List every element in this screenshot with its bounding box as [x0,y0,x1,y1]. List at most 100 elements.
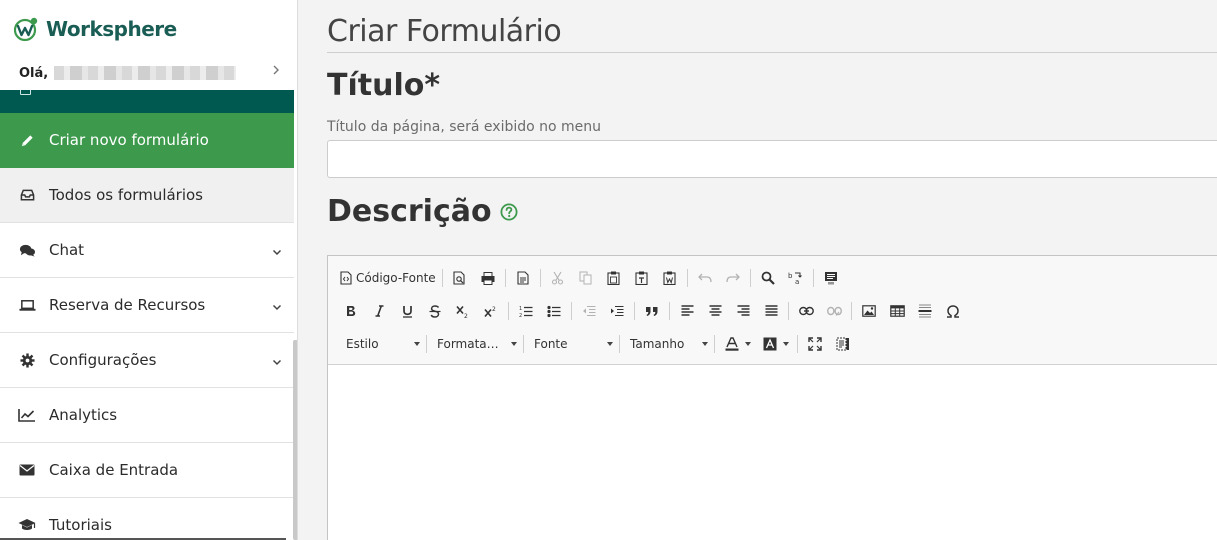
strikethrough-icon [429,304,441,318]
sidebar-item-configuracoes[interactable]: Configurações [0,333,294,388]
pencil-icon [18,131,36,149]
toolbar-row-3: Estilo Formata… Fonte Tamanho [340,332,860,356]
align-right-button[interactable] [732,300,754,322]
unlink-button[interactable] [823,300,845,322]
undo-button[interactable] [694,267,716,289]
show-blocks-button[interactable] [832,333,854,355]
undo-icon [697,273,712,283]
toolbar-separator [619,335,620,353]
toolbar-separator [851,302,852,320]
paste-button[interactable] [603,267,625,289]
quote-icon [646,306,658,316]
align-left-button[interactable] [676,300,698,322]
bold-button[interactable] [340,300,362,322]
omega-icon [947,304,959,318]
svg-text:2: 2 [492,306,496,313]
toolbar-separator [426,335,427,353]
background-color-button[interactable] [759,333,781,355]
paste-text-icon [635,271,648,285]
paste-from-word-button[interactable] [659,267,681,289]
select-all-button[interactable] [820,267,842,289]
toolbar-separator [523,335,524,353]
user-greeting-row[interactable]: Olá, [0,58,297,88]
special-character-button[interactable] [942,300,964,322]
document-icon [517,271,529,285]
help-circle-icon[interactable] [500,203,518,221]
table-button[interactable] [886,300,908,322]
size-dropdown[interactable]: Tamanho [626,333,714,355]
editor-content-area[interactable] [328,366,1217,540]
maximize-button[interactable] [804,333,826,355]
sidebar-item-analytics[interactable]: Analytics [0,388,294,443]
blockquote-button[interactable] [641,300,663,322]
redo-button[interactable] [722,267,744,289]
increase-indent-button[interactable] [606,300,628,322]
gear-icon [18,351,36,369]
justify-button[interactable] [760,300,782,322]
style-dropdown[interactable]: Estilo [340,333,426,355]
sidebar-item-label: Analytics [49,406,118,424]
decrease-indent-button[interactable] [578,300,600,322]
svg-text:1: 1 [519,306,522,312]
source-code-button[interactable]: Código-Fonte [340,267,436,289]
show-blocks-icon [836,337,849,351]
numbered-list-button[interactable]: 12 [515,300,537,322]
toolbar-separator [686,269,688,287]
templates-button[interactable] [512,267,534,289]
dropdown-arrow-icon [414,342,420,346]
paste-as-text-button[interactable] [631,267,653,289]
image-button[interactable] [858,300,880,322]
align-left-icon [681,305,693,316]
chat-bubbles-icon [18,241,36,259]
size-dropdown-label: Tamanho [630,337,685,351]
underline-button[interactable] [396,300,418,322]
sidebar-scrollbar[interactable] [293,340,297,540]
align-center-button[interactable] [704,300,726,322]
font-dropdown[interactable]: Fonte [530,333,619,355]
description-field-label: Descrição [327,194,518,229]
subscript-button[interactable]: 2 [452,300,474,322]
print-button[interactable] [477,267,499,289]
toolbar-separator [714,335,715,353]
select-all-icon [824,272,837,285]
dropdown-arrow-icon[interactable] [783,342,789,346]
toolbar-separator [441,269,443,287]
dropdown-arrow-icon[interactable] [745,342,751,346]
find-button[interactable] [757,267,779,289]
format-dropdown[interactable]: Formata… [433,333,523,355]
sidebar-item-caixa-de-entrada[interactable]: Caixa de Entrada [0,443,294,498]
title-input[interactable] [327,140,1217,178]
sidebar-item-label: Reserva de Recursos [49,296,206,314]
superscript-button[interactable]: 2 [480,300,502,322]
scissors-icon [552,271,564,285]
sidebar-item-chat[interactable]: Chat [0,223,294,278]
print-icon [481,271,495,285]
cut-button[interactable] [547,267,569,289]
toolbar-row-2: 2 2 12 [340,299,970,323]
preview-button[interactable] [449,267,471,289]
italic-button[interactable] [368,300,390,322]
svg-text:2: 2 [464,313,468,318]
dropdown-arrow-icon [607,342,613,346]
sidebar-item-criar-novo-formulario[interactable]: Criar novo formulário [0,113,294,168]
sidebar-item-label: Configurações [49,351,157,369]
strikethrough-button[interactable] [424,300,446,322]
sidebar-item-reserva-de-recursos[interactable]: Reserva de Recursos [0,278,294,333]
sidebar-item-label: Tutoriais [49,516,112,534]
paste-word-icon [663,271,676,285]
replace-button[interactable]: ba [785,267,807,289]
editor-toolbar: Código-Fonte b a 2 2 1 2 Estilo Formata…… [328,256,1217,365]
link-button[interactable] [795,300,817,322]
brand-logo[interactable]: Worksphere [12,14,177,44]
bulleted-list-button[interactable] [543,300,565,322]
inbox-icon [18,186,36,204]
horizontal-rule-button[interactable] [914,300,936,322]
sidebar-item-tutoriais[interactable]: Tutoriais [0,498,294,540]
title-help-text: Título da página, será exibido no menu [327,119,602,135]
copy-button[interactable] [575,267,597,289]
toolbar-separator [571,302,572,320]
text-color-button[interactable] [721,333,743,355]
sidebar-item-todos-os-formularios[interactable]: Todos os formulários [0,168,294,223]
table-icon [889,305,905,317]
unlink-icon [826,306,842,316]
